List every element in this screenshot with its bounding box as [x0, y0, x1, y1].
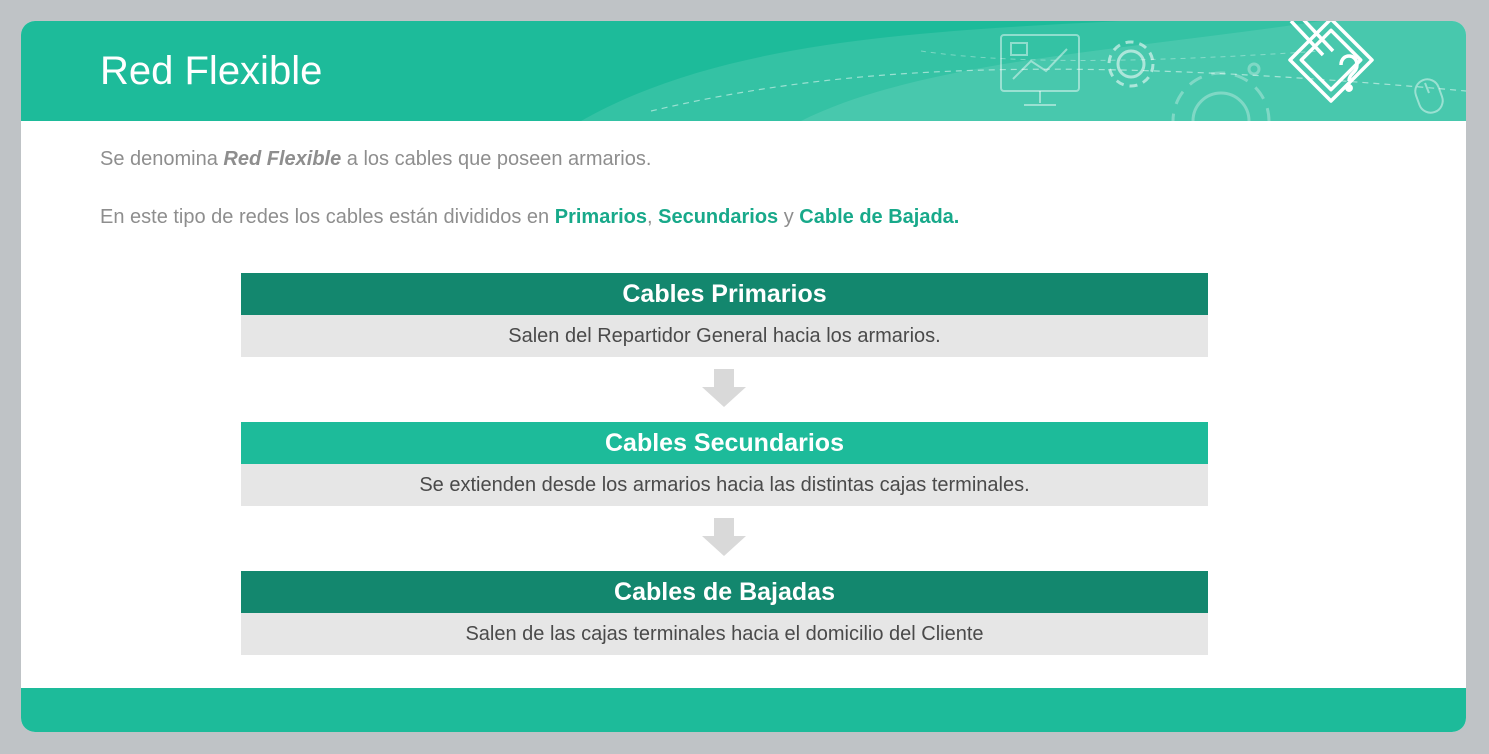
intro-term: Red Flexible	[223, 148, 342, 170]
flow-step-title: Cables Primarios	[241, 273, 1208, 315]
flow-step-description: Salen de las cajas terminales hacia el d…	[241, 613, 1208, 655]
intro-text: a los cables que poseen armarios.	[341, 148, 652, 170]
intro-separator: ,	[647, 206, 659, 228]
flow-step-bajadas: Cables de Bajadas Salen de las cajas ter…	[241, 571, 1208, 655]
term-secundarios: Secundarios	[658, 206, 779, 228]
flow-step-description: Se extienden desde los armarios hacia la…	[241, 464, 1208, 506]
slide: Red Flexible Se denomina Red Flexible a …	[21, 21, 1466, 732]
intro-text: En este tipo de redes los cables están d…	[100, 206, 555, 228]
flow-step-title: Cables Secundarios	[241, 422, 1208, 464]
footer-bar	[21, 688, 1466, 732]
flow-step-title: Cables de Bajadas	[241, 571, 1208, 613]
page-title: Red Flexible	[100, 49, 323, 93]
flow-step-secundarios: Cables Secundarios Se extienden desde lo…	[241, 422, 1208, 506]
down-arrow-icon	[702, 369, 746, 407]
term-primarios: Primarios	[554, 206, 647, 228]
header-banner: Red Flexible	[21, 21, 1466, 121]
intro-separator: y	[778, 206, 800, 228]
intro-text: Se denomina	[100, 148, 224, 170]
flow-step-description: Salen del Repartidor General hacia los a…	[241, 315, 1208, 357]
term-cable-de-bajada: Cable de Bajada.	[799, 206, 960, 228]
flow-step-primarios: Cables Primarios Salen del Repartidor Ge…	[241, 273, 1208, 357]
intro-definition: Se denomina Red Flexible a los cables qu…	[100, 148, 651, 171]
intro-classification: En este tipo de redes los cables están d…	[100, 206, 959, 229]
down-arrow-icon	[702, 518, 746, 556]
